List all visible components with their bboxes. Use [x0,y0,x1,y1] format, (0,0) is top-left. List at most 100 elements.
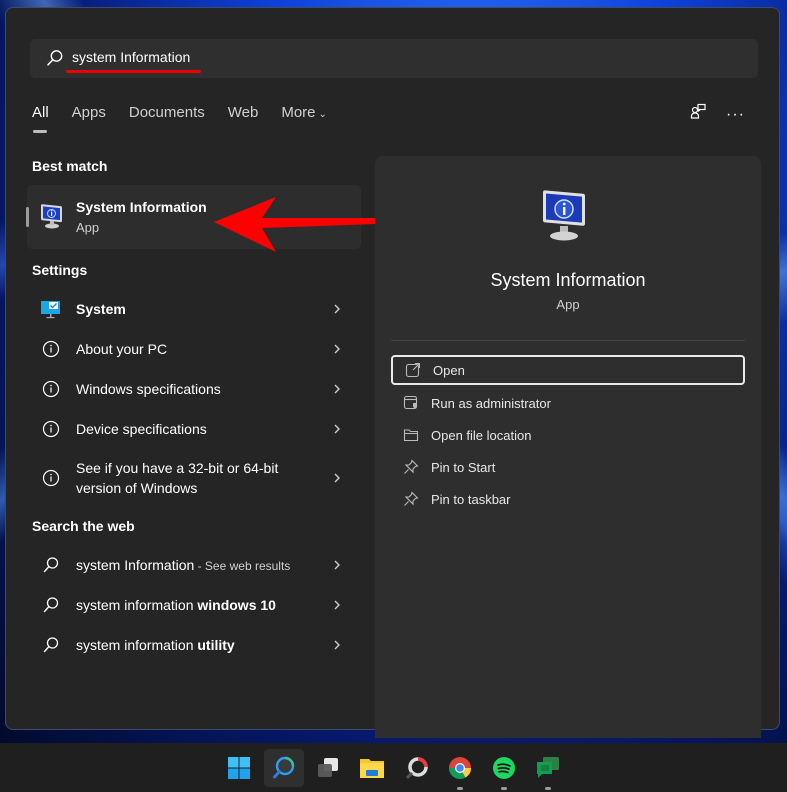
web-result[interactable]: system information windows 10 [27,585,361,625]
web-result-query: system information [76,637,198,653]
folder-icon [360,759,384,778]
action-label: Open [433,362,465,378]
more-options-icon[interactable]: ··· [726,106,745,122]
taskbar-file-explorer-button[interactable] [352,749,392,787]
annotation-underline [66,70,201,73]
pin-icon [404,491,419,506]
taskbar [0,743,787,792]
taskbar-task-view-button[interactable] [308,749,348,787]
tab-apps[interactable]: Apps [72,104,106,121]
search-input[interactable]: system Information [72,49,190,65]
folder-icon [403,429,419,442]
search-icon [273,756,295,779]
tab-web[interactable]: Web [228,104,259,121]
label-line-2: version of Windows [76,480,198,496]
settings-item-label: Windows specifications [76,381,221,397]
search-web-heading: Search the web [32,518,135,534]
web-result-query: system information [76,597,198,613]
web-result-label: system information utility [76,635,235,655]
open-file-location-button[interactable]: Open file location [391,420,745,450]
label-line-1: See if you have a 32-bit or 64-bit [76,460,279,476]
system-information-icon [40,203,64,234]
settings-item-system[interactable]: System [27,289,361,329]
annotation-arrow [214,197,376,252]
system-monitor-icon [41,299,61,319]
web-result-query: system Information [76,556,195,573]
best-match-title: System Information [76,199,207,215]
taskbar-recorder-button[interactable] [397,749,437,787]
search-icon [41,555,61,575]
taskbar-chrome-button[interactable] [440,749,480,790]
divider [391,340,745,341]
settings-item-label: Device specifications [76,421,207,437]
chat-icon [537,757,559,778]
chevron-right-icon [334,473,340,483]
action-label: Pin to Start [431,459,496,475]
run-as-administrator-button[interactable]: Run as administrator [391,388,745,418]
chevron-down-icon: ⌄ [318,109,327,120]
tab-all[interactable]: All [32,104,49,133]
chevron-right-icon [334,560,340,570]
preview-pane: System Information App Open Run as admin… [375,156,761,738]
settings-heading: Settings [32,262,88,278]
action-label: Run as administrator [431,395,551,411]
recorder-icon [405,757,428,780]
task-view-icon [318,758,338,777]
search-icon [46,49,64,67]
admin-shield-icon [403,395,418,410]
taskbar-google-chat-button[interactable] [528,749,568,790]
action-label: Open file location [431,427,532,443]
settings-item-32-or-64-bit[interactable]: See if you have a 32-bit or 64-bit versio… [27,454,361,502]
running-indicator [501,787,507,790]
active-tab-indicator [33,130,47,133]
system-information-icon [540,190,590,247]
chevron-right-icon [334,384,340,394]
info-icon [41,379,61,399]
selection-indicator [26,207,29,227]
web-result[interactable]: system information utility [27,625,361,665]
info-icon [41,339,61,359]
best-match-subtitle: App [76,220,100,235]
taskbar-spotify-button[interactable] [484,749,524,790]
open-button[interactable]: Open [391,355,745,385]
spotify-icon [493,757,515,779]
tab-documents[interactable]: Documents [129,104,205,121]
web-result[interactable]: system Information - See web results [27,545,361,585]
tab-more-label: More [281,104,316,121]
web-result-label: system Information - See web results [76,555,290,576]
preview-subtitle: App [556,297,580,312]
tab-all-label: All [32,104,49,121]
tab-documents-label: Documents [128,104,205,121]
action-label: Pin to taskbar [431,491,511,507]
account-chat-icon[interactable] [690,103,708,126]
pin-to-taskbar-button[interactable]: Pin to taskbar [391,484,745,514]
windows-logo-icon [228,757,250,779]
tab-more[interactable]: More ⌄ [281,104,327,121]
search-icon [41,635,61,655]
best-match-heading: Best match [32,158,108,174]
info-icon [41,468,61,488]
taskbar-search-button[interactable] [264,749,304,787]
open-external-icon [405,362,421,378]
web-result-suffix: - See web results [194,558,291,573]
taskbar-start-button[interactable] [219,749,259,787]
pin-to-start-button[interactable]: Pin to Start [391,452,745,482]
settings-item-device-specifications[interactable]: Device specifications [27,409,361,449]
filter-tabs: All Apps Documents Web More ⌄ [32,104,350,133]
running-indicator [457,787,463,790]
tab-web-label: Web [227,104,259,121]
settings-item-windows-specifications[interactable]: Windows specifications [27,369,361,409]
header-actions: ··· [690,103,745,126]
chevron-right-icon [334,640,340,650]
web-result-bold: utility [197,637,235,653]
settings-item-label: System [76,301,126,317]
web-result-bold: windows 10 [197,597,276,613]
search-icon [41,595,61,615]
settings-item-about-your-pc[interactable]: About your PC [27,329,361,369]
settings-item-label: About your PC [76,341,168,357]
search-box[interactable]: system Information [30,39,758,78]
tab-apps-label: Apps [71,104,106,121]
search-panel: system Information All Apps Documents We… [5,7,780,738]
web-result-label: system information windows 10 [76,595,276,615]
chevron-right-icon [334,424,340,434]
